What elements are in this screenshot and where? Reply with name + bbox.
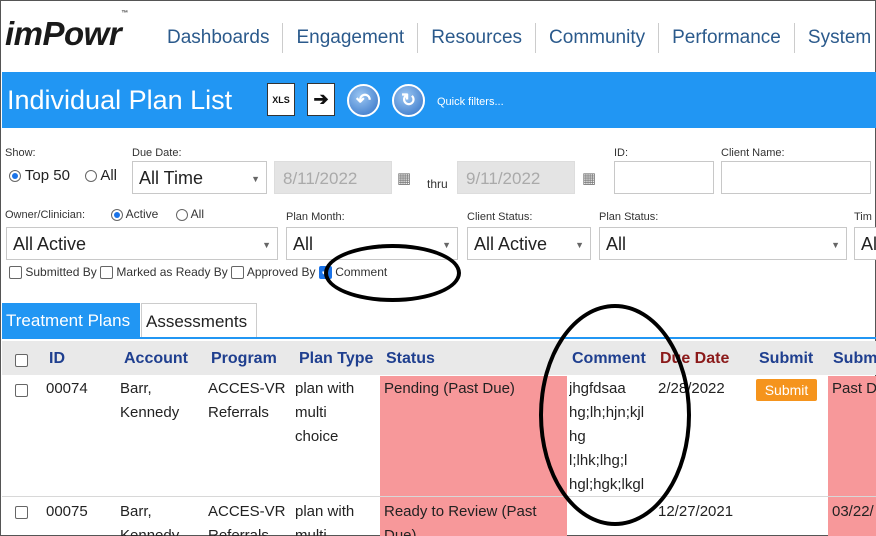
back-icon[interactable]: ↶ <box>347 84 380 117</box>
marked-ready-label: Marked as Ready By <box>116 265 228 279</box>
all-radio[interactable] <box>85 170 97 183</box>
show-all-option[interactable]: All <box>85 167 117 184</box>
client-name-input[interactable] <box>721 161 871 194</box>
row-account[interactable]: Barr, Kennedy <box>120 500 179 536</box>
col-submit[interactable]: Submit <box>759 350 813 368</box>
col-id[interactable]: ID <box>49 350 65 368</box>
owner-active-option[interactable]: Active <box>111 207 158 221</box>
plan-status-select[interactable]: All ▼ <box>599 227 847 260</box>
approved-by-label: Approved By <box>246 265 316 279</box>
tab-underline <box>2 337 876 339</box>
client-name-label: Client Name: <box>721 147 785 159</box>
nav-system[interactable]: System <box>793 23 876 53</box>
col-account[interactable]: Account <box>124 350 188 368</box>
nav-performance[interactable]: Performance <box>658 23 794 53</box>
date-from-input[interactable]: 8/11/2022 <box>274 161 392 194</box>
due-date-label: Due Date: <box>132 147 182 159</box>
time-label: Tim <box>854 211 872 223</box>
calendar-icon[interactable]: ▦ <box>397 169 411 187</box>
show-label: Show: <box>5 147 36 159</box>
tab-treatment-plans[interactable]: Treatment Plans <box>2 303 140 338</box>
id-input[interactable] <box>614 161 714 194</box>
chevron-down-icon: ▼ <box>262 240 271 250</box>
row-id[interactable]: 00075 <box>46 500 88 524</box>
nav-community[interactable]: Community <box>535 23 658 53</box>
select-all-checkbox[interactable] <box>15 352 28 370</box>
chevron-down-icon: ▼ <box>442 240 451 250</box>
chevron-down-icon: ▼ <box>251 174 260 184</box>
client-status-label: Client Status: <box>467 211 533 223</box>
row-id[interactable]: 00074 <box>46 377 88 401</box>
annotation-ellipse <box>539 304 691 526</box>
row-program: ACCES-VR Referrals <box>208 380 286 421</box>
approved-by-checkbox[interactable] <box>231 266 245 280</box>
row-status: Pending (Past Due) <box>384 380 515 397</box>
row-program: ACCES-VR Referrals <box>208 503 286 536</box>
plan-status-label: Plan Status: <box>599 211 659 223</box>
row-plan-type[interactable]: plan with multi choice <box>295 377 354 449</box>
chevron-down-icon: ▼ <box>575 240 584 250</box>
col-program[interactable]: Program <box>211 350 277 368</box>
owner-all-option[interactable]: All <box>176 207 204 221</box>
id-label: ID: <box>614 147 629 159</box>
row-checkbox[interactable] <box>15 382 28 400</box>
row-submitted: Past D <box>832 380 876 397</box>
client-status-select[interactable]: All Active ▼ <box>467 227 591 260</box>
top50-radio[interactable] <box>9 170 21 183</box>
owner-all-radio[interactable] <box>176 208 188 221</box>
xls-export-icon[interactable]: XLS <box>267 83 295 116</box>
main-nav: Dashboards Engagement Resources Communit… <box>161 23 876 53</box>
submitted-by-label: Submitted By <box>25 265 97 279</box>
thru-label: thru <box>427 177 448 191</box>
app-logo[interactable]: imPowr™ <box>5 10 128 53</box>
nav-engagement[interactable]: Engagement <box>282 23 417 53</box>
marked-ready-checkbox[interactable] <box>100 266 114 280</box>
show-top50-option[interactable]: Top 50 <box>9 167 70 184</box>
due-date-select[interactable]: All Time ▼ <box>132 161 267 194</box>
row-account[interactable]: Barr, Kennedy <box>120 377 179 425</box>
chevron-down-icon: ▼ <box>831 240 840 250</box>
row-checkbox[interactable] <box>15 504 28 522</box>
row-plan-type[interactable]: plan with multi <box>295 500 354 536</box>
refresh-icon[interactable]: ↻ <box>392 84 425 117</box>
time-select[interactable]: Al <box>854 227 876 260</box>
row-submitted: 03/22/ <box>832 503 874 520</box>
submitted-by-checkbox[interactable] <box>9 266 22 280</box>
nav-resources[interactable]: Resources <box>417 23 535 53</box>
quick-filters-link[interactable]: Quick filters... <box>437 96 504 108</box>
row-due-date: 12/27/2021 <box>658 503 734 520</box>
owner-label: Owner/Clinician: <box>5 209 86 221</box>
page-title: Individual Plan List <box>7 85 233 115</box>
col-submitted[interactable]: Subm <box>833 350 876 368</box>
calendar-icon[interactable]: ▦ <box>582 169 596 187</box>
col-status[interactable]: Status <box>386 350 435 368</box>
nav-dashboards[interactable]: Dashboards <box>161 23 282 53</box>
date-to-input[interactable]: 9/11/2022 <box>457 161 575 194</box>
owner-active-radio[interactable] <box>111 208 123 221</box>
plan-month-label: Plan Month: <box>286 211 345 223</box>
submit-button[interactable]: Submit <box>756 379 817 401</box>
row-status: Ready to Review (Past Due) <box>384 503 537 536</box>
owner-select[interactable]: All Active ▼ <box>6 227 278 260</box>
col-plan-type[interactable]: Plan Type <box>299 350 373 368</box>
export-arrow-icon[interactable]: ➔ <box>307 83 335 116</box>
annotation-ellipse <box>324 244 461 302</box>
tab-assessments[interactable]: Assessments <box>141 303 257 338</box>
